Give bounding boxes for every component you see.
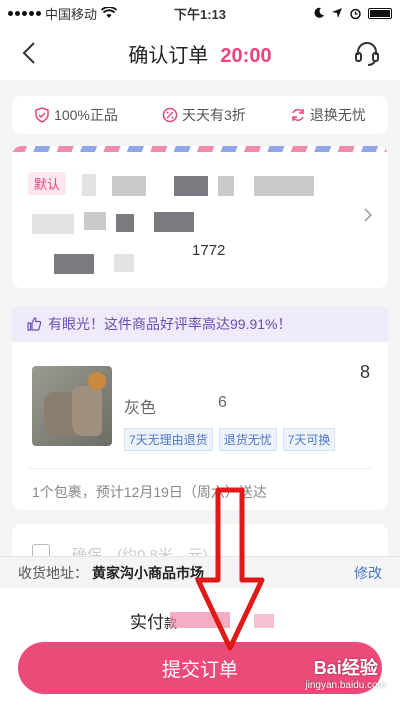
discount-icon xyxy=(162,107,178,123)
address-card[interactable]: 默认 1772 xyxy=(12,146,388,288)
product-name xyxy=(124,366,128,383)
annotation-arrow-icon xyxy=(195,487,265,651)
redacted-block xyxy=(84,212,106,230)
guarantee-authentic: 100%正品 xyxy=(34,105,118,125)
carrier-name: 中国移动 xyxy=(45,6,98,22)
service-tag: 退货无忧 xyxy=(218,428,277,451)
service-tag: 7天可换 xyxy=(282,428,336,451)
airmail-border xyxy=(12,146,388,152)
notice-text: 有眼光！这件商品好评率高达99.91%！ xyxy=(48,316,292,332)
countdown-timer: 20:00 xyxy=(220,44,272,67)
divider xyxy=(28,468,372,469)
product-spec: 灰色 xyxy=(124,400,157,417)
page-title: 确认订单 xyxy=(128,44,209,67)
watermark-url: jingyan.baidu.com xyxy=(305,680,386,691)
good-review-notice: 有眼光！这件商品好评率高达99.91%！ xyxy=(12,306,388,342)
refresh-icon xyxy=(292,109,304,121)
status-bar: 中国移动 下午1:13 xyxy=(0,0,400,26)
redacted-block xyxy=(174,176,208,196)
redacted-block xyxy=(114,254,134,272)
redacted-block xyxy=(254,176,314,196)
product-name-tail: 8 xyxy=(359,362,370,382)
redacted-block xyxy=(154,212,194,232)
guarantee-returns: 退换无忧 xyxy=(290,105,366,125)
shield-icon xyxy=(35,107,49,123)
address-value: 黄家沟小商品市场 xyxy=(92,564,204,581)
product-image[interactable] xyxy=(32,366,112,446)
redacted-block xyxy=(82,174,96,196)
nav-bar: 确认订单 20:00 xyxy=(0,26,400,80)
watermark-brand: Bai经验 xyxy=(313,658,378,678)
location-icon xyxy=(332,8,342,18)
service-tags: 7天无理由退货 退货无忧 7天可换 xyxy=(124,428,336,451)
redacted-block xyxy=(112,176,146,196)
redacted-block xyxy=(116,214,134,232)
address-label: 收货地址： xyxy=(18,564,88,581)
alarm-icon xyxy=(350,8,361,19)
battery-icon xyxy=(368,7,392,19)
customer-service-button[interactable] xyxy=(352,38,382,68)
edit-address-link[interactable]: 修改 xyxy=(354,563,382,583)
guarantee-strip: 100%正品 天天有3折 退换无忧 xyxy=(12,96,388,134)
chevron-right-icon xyxy=(364,208,372,222)
signal-icon xyxy=(8,10,41,16)
redacted-block xyxy=(54,254,94,274)
back-button[interactable] xyxy=(14,36,44,70)
thumbs-up-icon xyxy=(27,317,42,331)
product-size: 6 xyxy=(218,394,227,411)
address-phone-partial: 1772 xyxy=(192,242,226,259)
baidu-watermark: Bai经验 jingyan.baidu.com xyxy=(305,654,386,691)
moon-icon xyxy=(314,7,324,18)
shop-logo-icon xyxy=(88,372,106,390)
redacted-block xyxy=(32,214,74,234)
wifi-icon xyxy=(101,7,118,18)
chevron-left-icon xyxy=(22,42,35,64)
headset-icon xyxy=(355,42,379,66)
redacted-block xyxy=(218,176,234,196)
guarantee-discount: 天天有3折 xyxy=(162,105,246,125)
default-address-tag: 默认 xyxy=(28,172,67,195)
service-tag: 7天无理由退货 xyxy=(124,428,213,451)
